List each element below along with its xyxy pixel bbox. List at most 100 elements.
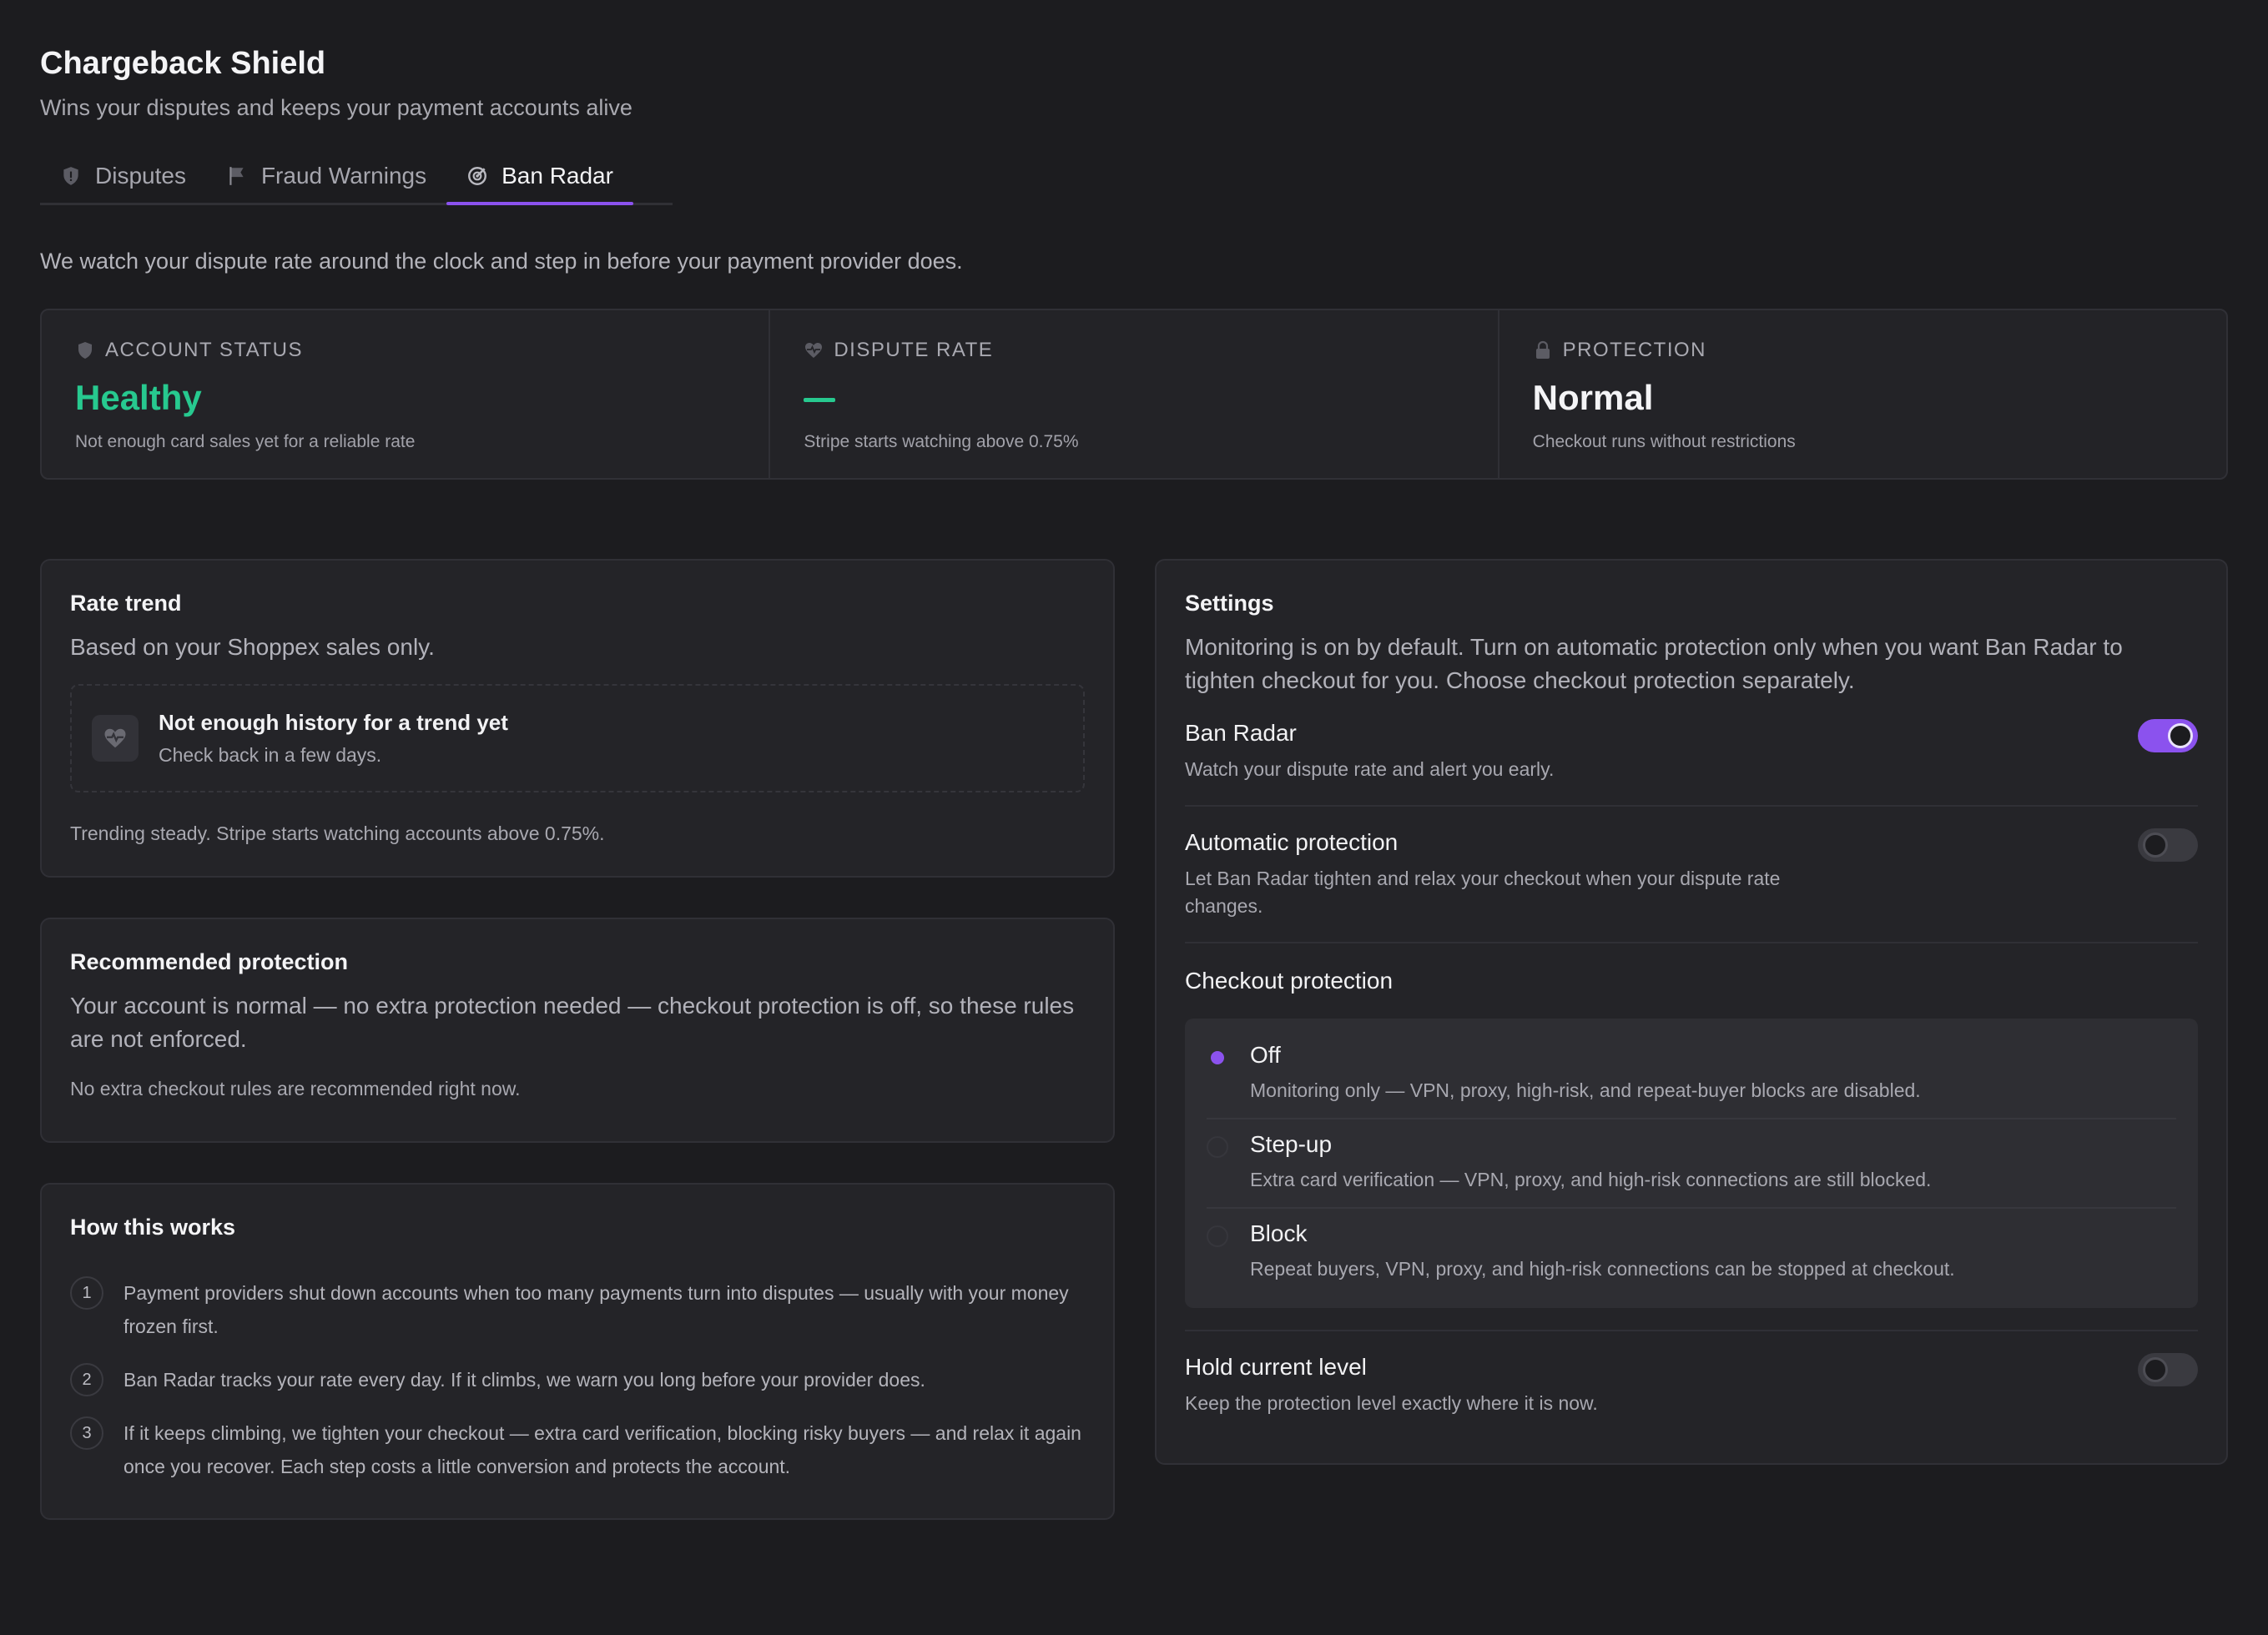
ban-radar-setting-title: Ban Radar (1185, 720, 1297, 746)
settings-card: Settings Monitoring is on by default. Tu… (1155, 559, 2228, 1465)
step-number: 3 (70, 1416, 103, 1450)
settings-title: Settings (1185, 591, 1274, 616)
radio-unselected[interactable] (1207, 1136, 1228, 1158)
ban-radar-setting: Ban Radar Watch your dispute rate and al… (1185, 697, 2198, 807)
radio-dot (1211, 1051, 1224, 1064)
rate-trend-card: Rate trend Based on your Shoppex sales o… (40, 559, 1115, 878)
rate-trend-footer: Trending steady. Stripe starts watching … (70, 823, 605, 844)
how-step: 2 Ban Radar tracks your rate every day. … (70, 1363, 1085, 1396)
option-desc: Repeat buyers, VPN, proxy, and high-risk… (1250, 1258, 1955, 1280)
automatic-protection-setting: Automatic protection Let Ban Radar tight… (1185, 807, 2198, 943)
tab-label: Ban Radar (501, 162, 613, 189)
option-title: Off (1250, 1042, 1281, 1068)
toggle-knob (2143, 1357, 2168, 1382)
rate-trend-title: Rate trend (70, 591, 182, 616)
hold-current-level-setting: Hold current level Keep the protection l… (1185, 1331, 2198, 1421)
radar-icon (468, 166, 487, 185)
chargeback-shield-page: Chargeback Shield Wins your disputes and… (40, 40, 2228, 480)
heartbeat-icon (805, 343, 823, 358)
toggle-knob (2143, 833, 2168, 858)
left-column: Rate trend Based on your Shoppex sales o… (40, 559, 1115, 1520)
step-text: If it keeps climbing, we tighten your ch… (123, 1422, 1081, 1477)
shield-alert-icon (63, 166, 78, 185)
radio-unselected[interactable] (1207, 1225, 1228, 1247)
trend-empty-state: Not enough history for a trend yet Check… (70, 684, 1085, 792)
intro-text: We watch your dispute rate around the cl… (40, 249, 963, 274)
tab-fraud-warnings[interactable]: Fraud Warnings (206, 148, 446, 203)
ban-radar-setting-text: Ban Radar Watch your dispute rate and al… (1185, 717, 1554, 783)
account-status-value: Healthy (75, 378, 202, 417)
dispute-rate-dash (804, 398, 836, 403)
protection-label: Protection (1562, 339, 1706, 361)
protection-value: Normal (1532, 378, 1654, 417)
checkout-protection-options: Off Monitoring only — VPN, proxy, high-r… (1185, 1019, 2198, 1308)
account-status-label-row: Account status (75, 339, 735, 362)
option-off[interactable]: Off Monitoring only — VPN, proxy, high-r… (1207, 1030, 2176, 1119)
settings-intro: Monitoring is on by default. Turn on aut… (1185, 634, 2123, 693)
protection-label-row: Protection (1533, 339, 2193, 362)
option-text: Block Repeat buyers, VPN, proxy, and hig… (1250, 1217, 1955, 1283)
how-step: 3 If it keeps climbing, we tighten your … (70, 1416, 1085, 1483)
tab-disputes[interactable]: Disputes (40, 148, 206, 203)
how-title: How this works (70, 1215, 236, 1240)
hold-level-text: Hold current level Keep the protection l… (1185, 1351, 1598, 1417)
step-number: 1 (70, 1276, 103, 1310)
option-desc: Extra card verification — VPN, proxy, an… (1250, 1169, 1932, 1190)
how-step: 1 Payment providers shut down accounts w… (70, 1276, 1085, 1343)
account-status-label: Account status (105, 339, 304, 361)
page-title: Chargeback Shield (40, 46, 326, 81)
dispute-rate-value (804, 375, 1464, 420)
automatic-protection-text: Automatic protection Let Ban Radar tight… (1185, 827, 1836, 920)
recommended-body: Your account is normal — no extra protec… (70, 993, 1075, 1052)
status-strip: Account status Healthy Not enough card s… (40, 309, 2228, 480)
hold-level-title: Hold current level (1185, 1354, 1367, 1380)
trend-empty-icon-box (92, 715, 139, 762)
option-step-up[interactable]: Step-up Extra card verification — VPN, p… (1207, 1119, 2176, 1209)
toggle-knob (2168, 723, 2193, 748)
protection-note: Checkout runs without restrictions (1532, 432, 1796, 451)
trend-empty-text: Not enough history for a trend yet Check… (159, 710, 508, 767)
step-text: Ban Radar tracks your rate every day. If… (123, 1369, 925, 1391)
flag-icon (229, 166, 244, 185)
trend-empty-subtitle: Check back in a few days. (159, 744, 382, 766)
tab-label: Disputes (95, 162, 186, 189)
step-text: Payment providers shut down accounts whe… (123, 1282, 1069, 1337)
dispute-rate-label: Dispute rate (834, 339, 994, 361)
ban-radar-toggle[interactable] (2138, 719, 2198, 752)
option-block[interactable]: Block Repeat buyers, VPN, proxy, and hig… (1207, 1209, 2176, 1296)
recommended-note: No extra checkout rules are recommended … (70, 1078, 521, 1099)
protection-cell: Protection Normal Checkout runs without … (1499, 310, 2226, 478)
option-text: Step-up Extra card verification — VPN, p… (1250, 1128, 1931, 1194)
option-text: Off Monitoring only — VPN, proxy, high-r… (1250, 1039, 1921, 1104)
trend-empty-title: Not enough history for a trend yet (159, 710, 508, 735)
automatic-protection-desc: Let Ban Radar tighten and relax your che… (1185, 868, 1781, 917)
automatic-protection-title: Automatic protection (1185, 829, 1399, 855)
tab-ban-radar[interactable]: Ban Radar (446, 148, 633, 205)
recommended-protection-card: Recommended protection Your account is n… (40, 918, 1115, 1143)
lock-icon (1535, 340, 1550, 359)
option-title: Block (1250, 1220, 1308, 1246)
recommended-title: Recommended protection (70, 949, 349, 974)
dispute-rate-label-row: Dispute rate (804, 339, 1464, 362)
how-steps-list: 1 Payment providers shut down accounts w… (70, 1276, 1085, 1483)
how-this-works-card: How this works 1 Payment providers shut … (40, 1183, 1115, 1520)
right-column: Settings Monitoring is on by default. Tu… (1155, 559, 2228, 1465)
automatic-protection-toggle[interactable] (2138, 828, 2198, 862)
heartbeat-icon (104, 728, 126, 748)
dispute-rate-note: Stripe starts watching above 0.75% (804, 432, 1079, 451)
ban-radar-setting-desc: Watch your dispute rate and alert you ea… (1185, 758, 1555, 780)
account-status-note: Not enough card sales yet for a reliable… (75, 432, 416, 451)
hold-level-toggle[interactable] (2138, 1353, 2198, 1386)
tab-bar: Disputes Fraud Warnings Ban Radar (40, 148, 673, 205)
page-subtitle: Wins your disputes and keeps your paymen… (40, 95, 633, 120)
hold-level-desc: Keep the protection level exactly where … (1185, 1392, 1598, 1414)
step-number: 2 (70, 1363, 103, 1396)
radio-selected[interactable] (1207, 1047, 1228, 1069)
account-status-cell: Account status Healthy Not enough card s… (42, 310, 771, 478)
checkout-protection-title: Checkout protection (1185, 968, 1394, 994)
rate-trend-subtitle: Based on your Shoppex sales only. (70, 634, 435, 660)
shield-icon (78, 342, 92, 359)
option-desc: Monitoring only — VPN, proxy, high-risk,… (1250, 1079, 1921, 1101)
dispute-rate-cell: Dispute rate Stripe starts watching abov… (770, 310, 1499, 478)
option-title: Step-up (1250, 1131, 1333, 1157)
